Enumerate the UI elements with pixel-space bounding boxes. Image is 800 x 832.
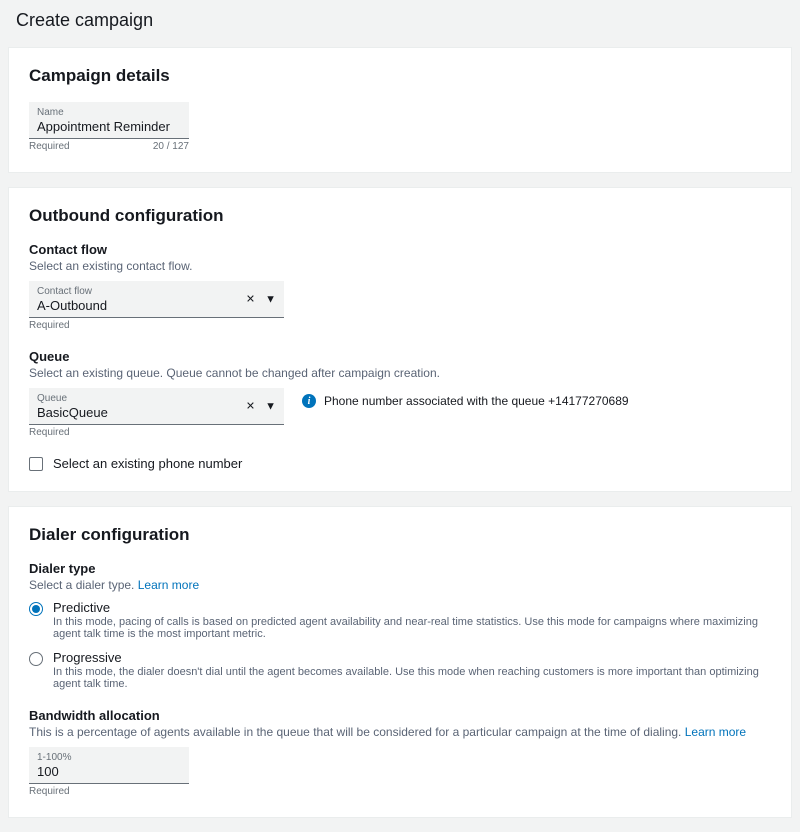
bandwidth-value: 100 [37, 764, 181, 779]
name-label: Name [37, 107, 181, 118]
radio-predictive[interactable]: Predictive In this mode, pacing of calls… [29, 600, 771, 640]
bandwidth-help: This is a percentage of agents available… [29, 725, 681, 739]
radio-predictive-desc: In this mode, pacing of calls is based o… [53, 616, 771, 640]
bandwidth-input[interactable]: 1-100% 100 [29, 747, 189, 784]
campaign-details-panel: Campaign details Name Appointment Remind… [8, 47, 792, 173]
queue-label: Queue [29, 349, 771, 364]
queue-help: Select an existing queue. Queue cannot b… [29, 366, 771, 380]
contact-flow-label: Contact flow [29, 242, 771, 257]
radio-progressive[interactable]: Progressive In this mode, the dialer doe… [29, 650, 771, 690]
clear-icon[interactable]: ✕ [246, 293, 255, 306]
select-existing-phone-label: Select an existing phone number [53, 456, 242, 471]
campaign-details-title: Campaign details [29, 66, 771, 86]
outbound-config-title: Outbound configuration [29, 206, 771, 226]
select-existing-phone-row[interactable]: Select an existing phone number [29, 456, 771, 471]
contact-flow-float-label: Contact flow [37, 286, 276, 297]
dialer-type-help: Select a dialer type. [29, 578, 134, 592]
bandwidth-required: Required [29, 786, 70, 797]
radio-icon[interactable] [29, 602, 43, 616]
name-required: Required [29, 141, 70, 152]
queue-info-note: i Phone number associated with the queue… [302, 394, 629, 408]
radio-icon[interactable] [29, 652, 43, 666]
queue-required: Required [29, 427, 70, 438]
name-counter: 20 / 127 [153, 141, 189, 152]
dialer-config-title: Dialer configuration [29, 525, 771, 545]
contact-flow-value: A-Outbound [37, 298, 276, 313]
dialer-config-panel: Dialer configuration Dialer type Select … [8, 506, 792, 818]
contact-flow-required: Required [29, 320, 70, 331]
page-title: Create campaign [0, 0, 800, 37]
radio-predictive-title: Predictive [53, 600, 771, 615]
bandwidth-learn-more[interactable]: Learn more [685, 725, 746, 739]
radio-progressive-desc: In this mode, the dialer doesn't dial un… [53, 666, 771, 690]
info-icon: i [302, 394, 316, 408]
bandwidth-label: Bandwidth allocation [29, 708, 771, 723]
name-value: Appointment Reminder [37, 119, 181, 134]
queue-float-label: Queue [37, 393, 276, 404]
queue-select[interactable]: Queue BasicQueue ✕ ▼ [29, 388, 284, 425]
queue-value: BasicQueue [37, 405, 276, 420]
chevron-down-icon[interactable]: ▼ [265, 293, 276, 305]
contact-flow-select[interactable]: Contact flow A-Outbound ✕ ▼ [29, 281, 284, 318]
checkbox-icon[interactable] [29, 457, 43, 471]
radio-progressive-title: Progressive [53, 650, 771, 665]
clear-icon[interactable]: ✕ [246, 400, 255, 413]
contact-flow-help: Select an existing contact flow. [29, 259, 771, 273]
chevron-down-icon[interactable]: ▼ [265, 400, 276, 412]
outbound-config-panel: Outbound configuration Contact flow Sele… [8, 187, 792, 492]
dialer-type-learn-more[interactable]: Learn more [138, 578, 199, 592]
queue-info-text: Phone number associated with the queue +… [324, 394, 629, 408]
campaign-name-input[interactable]: Name Appointment Reminder [29, 102, 189, 139]
dialer-type-label: Dialer type [29, 561, 771, 576]
